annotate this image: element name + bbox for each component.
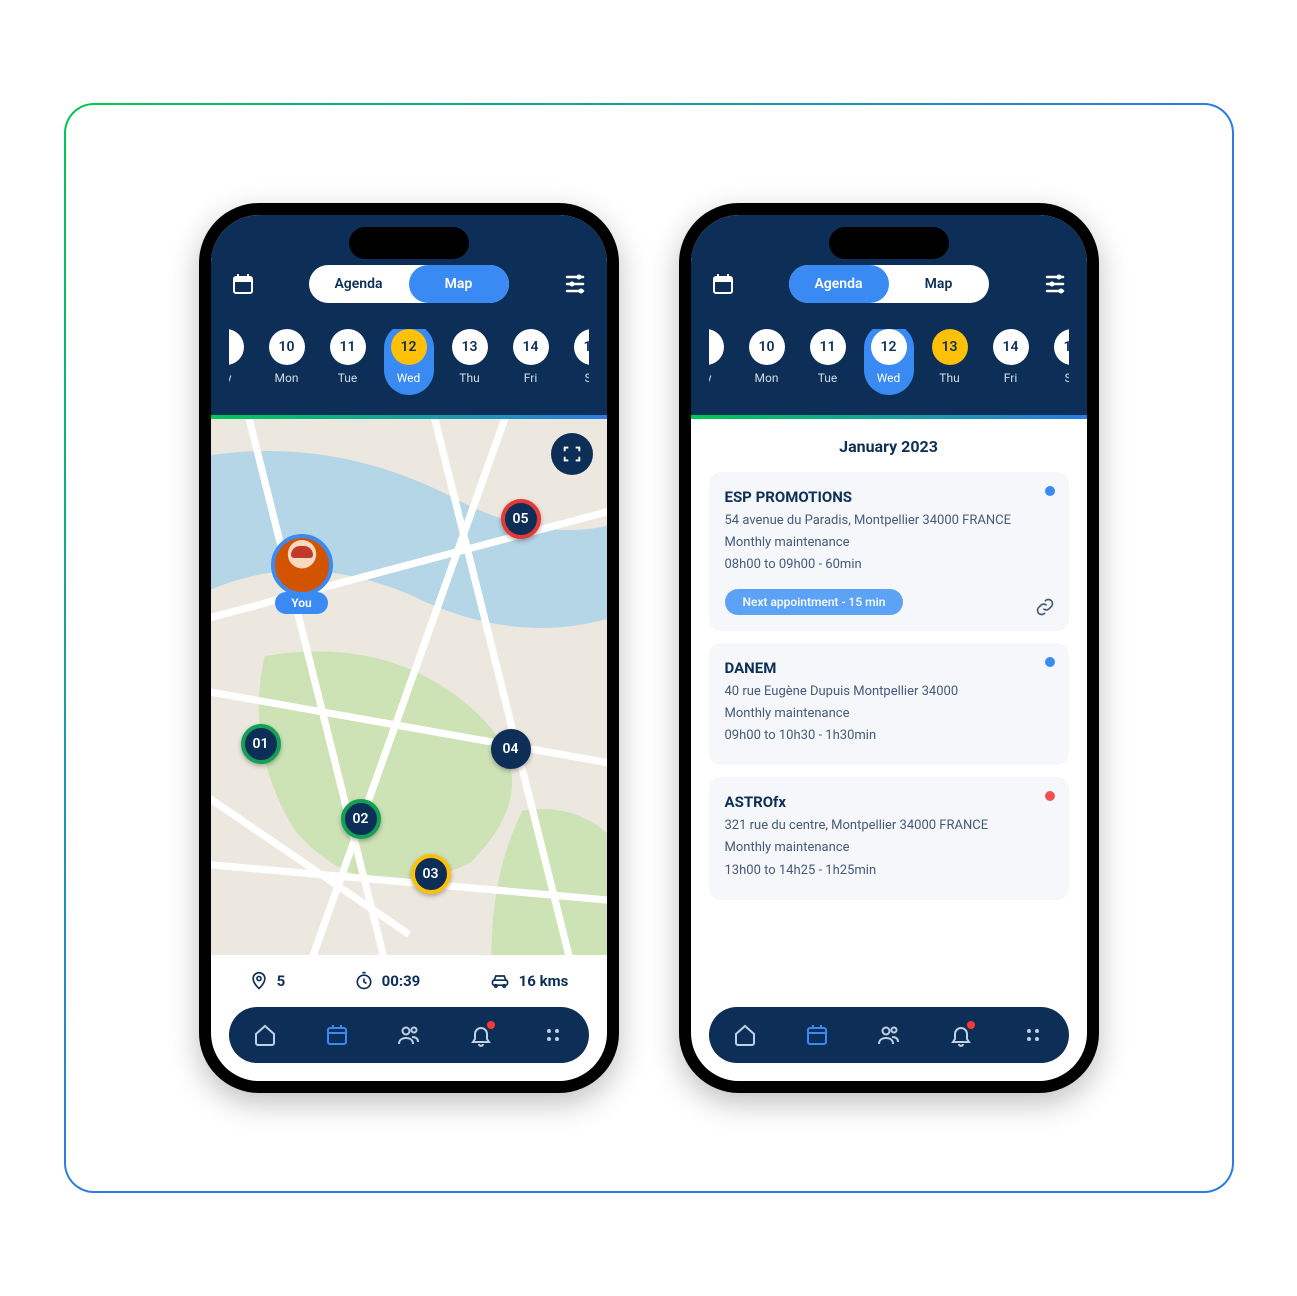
card-title: ESP PROMOTIONS <box>725 488 1053 506</box>
stats-bar: 5 00:39 16 kms <box>211 955 607 1007</box>
map[interactable]: You 05 01 02 03 04 <box>211 419 607 955</box>
calendar-grid-icon[interactable] <box>709 270 737 298</box>
phone-map: Agenda Map 9ay 10Mon 11Tue 12Wed 13Thu 1… <box>199 203 619 1093</box>
nav-bell-icon[interactable] <box>469 1023 493 1047</box>
nav-calendar-icon[interactable] <box>325 1023 349 1047</box>
day-strip[interactable]: 9ay 10Mon 11Tue 12Wed 13Thu 14Fri 15Sa <box>709 329 1069 395</box>
calendar-grid-icon[interactable] <box>229 270 257 298</box>
bottom-nav-wrapper <box>691 1007 1087 1081</box>
map-pin-02[interactable]: 02 <box>341 799 381 839</box>
day-item[interactable]: 9ay <box>709 329 731 385</box>
nav-home-icon[interactable] <box>733 1023 757 1047</box>
day-item[interactable]: 15Sa <box>567 329 589 385</box>
card-desc: Monthly maintenance <box>725 705 1053 723</box>
bottom-nav <box>229 1007 589 1063</box>
day-item-selected[interactable]: 12Wed <box>864 329 914 395</box>
tab-agenda[interactable]: Agenda <box>789 265 889 303</box>
nav-home-icon[interactable] <box>253 1023 277 1047</box>
day-item[interactable]: 13Thu <box>925 329 975 385</box>
nav-people-icon[interactable] <box>397 1023 421 1047</box>
day-item[interactable]: 13Thu <box>445 329 495 385</box>
view-toggle: Agenda Map <box>789 265 989 303</box>
card-title: DANEM <box>725 659 1053 677</box>
day-item[interactable]: 9ay <box>229 329 251 385</box>
next-appointment-badge: Next appointment - 15 min <box>725 589 904 615</box>
showcase-frame: Agenda Map 9ay 10Mon 11Tue 12Wed 13Thu 1… <box>64 103 1234 1193</box>
header: Agenda Map 9ay 10Mon 11Tue 12Wed 13Thu 1… <box>691 215 1087 415</box>
view-toggle: Agenda Map <box>309 265 509 303</box>
card-time: 08h00 to 09h00 - 60min <box>725 556 1053 574</box>
day-item[interactable]: 14Fri <box>506 329 556 385</box>
day-item[interactable]: 15Sa <box>1047 329 1069 385</box>
card-address: 54 avenue du Paradis, Montpellier 34000 … <box>725 512 1053 530</box>
day-item[interactable]: 10Mon <box>742 329 792 385</box>
appointment-card[interactable]: DANEM 40 rue Eugène Dupuis Montpellier 3… <box>709 643 1069 766</box>
pin-icon <box>249 971 269 991</box>
notification-dot <box>487 1021 495 1029</box>
nav-more-icon[interactable] <box>1021 1023 1045 1047</box>
card-desc: Monthly maintenance <box>725 839 1053 857</box>
car-icon <box>489 971 511 991</box>
screen-map: Agenda Map 9ay 10Mon 11Tue 12Wed 13Thu 1… <box>211 215 607 1081</box>
stat-stops: 5 <box>249 971 286 991</box>
day-item[interactable]: 10Mon <box>262 329 312 385</box>
map-pin-01[interactable]: 01 <box>241 724 281 764</box>
tab-agenda[interactable]: Agenda <box>309 265 409 303</box>
nav-people-icon[interactable] <box>877 1023 901 1047</box>
screen-agenda: Agenda Map 9ay 10Mon 11Tue 12Wed 13Thu 1… <box>691 215 1087 1081</box>
day-item[interactable]: 14Fri <box>986 329 1036 385</box>
nav-bell-icon[interactable] <box>949 1023 973 1047</box>
you-marker[interactable]: You <box>271 534 333 614</box>
link-icon[interactable] <box>1035 597 1055 617</box>
card-time: 09h00 to 10h30 - 1h30min <box>725 727 1053 745</box>
map-pin-03[interactable]: 03 <box>411 854 451 894</box>
day-item-selected[interactable]: 12Wed <box>384 329 434 395</box>
filter-icon[interactable] <box>1041 270 1069 298</box>
status-dot <box>1045 657 1055 667</box>
fullscreen-icon[interactable] <box>551 433 593 475</box>
card-address: 40 rue Eugène Dupuis Montpellier 34000 <box>725 683 1053 701</box>
bottom-nav-wrapper <box>211 1007 607 1081</box>
status-dot <box>1045 486 1055 496</box>
tab-map[interactable]: Map <box>889 265 989 303</box>
agenda-list[interactable]: January 2023 ESP PROMOTIONS 54 avenue du… <box>691 419 1087 1007</box>
appointment-card[interactable]: ESP PROMOTIONS 54 avenue du Paradis, Mon… <box>709 472 1069 631</box>
header: Agenda Map 9ay 10Mon 11Tue 12Wed 13Thu 1… <box>211 215 607 415</box>
stat-time: 00:39 <box>354 971 421 991</box>
appointment-card[interactable]: ASTROfx 321 rue du centre, Montpellier 3… <box>709 777 1069 900</box>
notification-dot <box>967 1021 975 1029</box>
avatar <box>271 534 333 596</box>
phone-agenda: Agenda Map 9ay 10Mon 11Tue 12Wed 13Thu 1… <box>679 203 1099 1093</box>
month-title: January 2023 <box>709 437 1069 456</box>
stat-distance: 16 kms <box>489 971 569 991</box>
map-pin-04[interactable]: 04 <box>491 729 531 769</box>
card-time: 13h00 to 14h25 - 1h25min <box>725 862 1053 880</box>
day-strip[interactable]: 9ay 10Mon 11Tue 12Wed 13Thu 14Fri 15Sa <box>229 329 589 395</box>
nav-calendar-icon[interactable] <box>805 1023 829 1047</box>
tab-map[interactable]: Map <box>409 265 509 303</box>
card-desc: Monthly maintenance <box>725 534 1053 552</box>
map-pin-05[interactable]: 05 <box>501 499 541 539</box>
card-address: 321 rue du centre, Montpellier 34000 FRA… <box>725 817 1053 835</box>
status-dot <box>1045 791 1055 801</box>
card-title: ASTROfx <box>725 793 1053 811</box>
stopwatch-icon <box>354 971 374 991</box>
day-item[interactable]: 11Tue <box>803 329 853 385</box>
day-item[interactable]: 11Tue <box>323 329 373 385</box>
filter-icon[interactable] <box>561 270 589 298</box>
nav-more-icon[interactable] <box>541 1023 565 1047</box>
bottom-nav <box>709 1007 1069 1063</box>
